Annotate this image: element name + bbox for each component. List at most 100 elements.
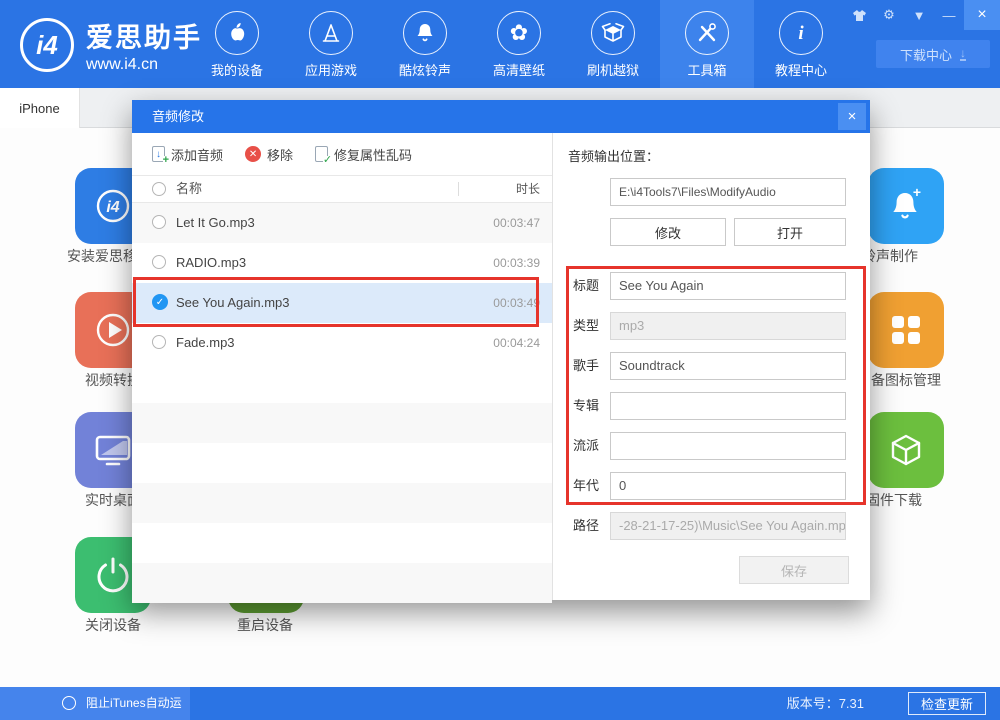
row-checkbox[interactable] [152, 335, 166, 349]
audio-list-empty-row [132, 563, 552, 603]
audio-list-empty-row [132, 363, 552, 403]
tab-iphone[interactable]: iPhone [0, 88, 80, 128]
block-itunes-checkbox[interactable] [62, 696, 76, 710]
audio-list-row[interactable]: Fade.mp3 00:04:24 [132, 323, 552, 363]
nav-label: 高清壁纸 [493, 60, 545, 79]
bell-plus-icon[interactable]: + [868, 168, 944, 244]
fix-garbled-icon: ✓ [315, 146, 328, 162]
skin-icon[interactable] [844, 0, 874, 30]
nav-item-0[interactable]: 我的设备 [190, 0, 284, 88]
nav-item-1[interactable]: 应用游戏 [284, 0, 378, 88]
svg-text:i4: i4 [106, 199, 119, 216]
tool-label[interactable]: 铃声制作 [862, 246, 918, 266]
type-field: mp3 [610, 312, 846, 340]
audio-list-row[interactable]: RADIO.mp3 00:03:39 [132, 243, 552, 283]
title-field[interactable]: See You Again [610, 272, 846, 300]
open-button[interactable]: 打开 [734, 218, 846, 246]
nav-label: 教程中心 [775, 60, 827, 79]
save-button[interactable]: 保存 [739, 556, 849, 584]
column-name: 名称 [176, 176, 202, 202]
year-field[interactable]: 0 [610, 472, 846, 500]
audio-name: Let It Go.mp3 [176, 203, 255, 243]
add-audio-button[interactable]: ↓+ 添加音频 [152, 145, 223, 164]
checked-checkbox-icon[interactable]: ✓ [152, 294, 168, 310]
appstore-icon [309, 11, 353, 55]
nav-item-3[interactable]: ✿ 高清壁纸 [472, 0, 566, 88]
remove-button[interactable]: ✕ 移除 [245, 145, 293, 164]
audio-list-header: 名称 时长 [132, 175, 552, 203]
dialog-titlebar: 音频修改 × [132, 100, 870, 133]
box-icon [591, 11, 635, 55]
modify-button[interactable]: 修改 [610, 218, 726, 246]
remove-icon: ✕ [245, 146, 261, 162]
minimize-icon[interactable]: — [934, 0, 964, 30]
audio-list-row[interactable]: ✓ See You Again.mp3 00:03:49 [132, 283, 552, 323]
app-header: i4 爱思助手 www.i4.cn 我的设备 应用游戏 酷炫铃声 ✿ 高清壁纸 刷… [0, 0, 1000, 88]
nav-label: 我的设备 [211, 60, 263, 79]
form-row: 歌手 Soundtrack [552, 352, 870, 380]
dialog-close-icon[interactable]: × [838, 103, 866, 130]
audio-name: See You Again.mp3 [176, 283, 290, 323]
genre-field[interactable] [610, 432, 846, 460]
nav-item-2[interactable]: 酷炫铃声 [378, 0, 472, 88]
artist-field[interactable]: Soundtrack [610, 352, 846, 380]
fix-garbled-button[interactable]: ✓ 修复属性乱码 [315, 145, 412, 164]
download-icon: ↓ [960, 48, 966, 61]
app-window: i4 爱思助手 www.i4.cn 我的设备 应用游戏 酷炫铃声 ✿ 高清壁纸 刷… [0, 0, 1000, 720]
nav-label: 刷机越狱 [587, 60, 639, 79]
nav-label: 酷炫铃声 [399, 60, 451, 79]
nav-item-4[interactable]: 刷机越狱 [566, 0, 660, 88]
audio-list-empty-row [132, 403, 552, 443]
audio-duration: 00:03:39 [493, 243, 540, 283]
audio-list-row[interactable]: Let It Go.mp3 00:03:47 [132, 203, 552, 243]
tool-label[interactable]: 关闭设备 [85, 615, 141, 635]
column-divider [458, 182, 459, 196]
nav-label: 应用游戏 [305, 60, 357, 79]
select-all-checkbox[interactable] [152, 182, 166, 196]
annotation-form-box [566, 266, 866, 505]
album-field[interactable] [610, 392, 846, 420]
form-row: 标题 See You Again [552, 272, 870, 300]
form-row: 流派 [552, 432, 870, 460]
form-label: 流派 [573, 432, 599, 460]
add-audio-icon: ↓+ [152, 146, 165, 162]
output-path-field[interactable]: E:\i4Tools7\Files\ModifyAudio [610, 178, 846, 206]
audio-duration: 00:03:47 [493, 203, 540, 243]
info-icon: i [779, 11, 823, 55]
form-label: 类型 [573, 312, 599, 340]
version-label: 版本号：7.31 [787, 687, 864, 720]
nav-item-5[interactable]: 工具箱 [660, 0, 754, 88]
row-checkbox[interactable] [152, 215, 166, 229]
form-row: 年代 0 [552, 472, 870, 500]
collapse-icon[interactable]: ▼ [904, 0, 934, 30]
form-label: 专辑 [573, 392, 599, 420]
tool-label[interactable]: 固件下载 [866, 490, 922, 510]
download-center-button[interactable]: 下载中心 ↓ [876, 40, 990, 68]
row-checkbox[interactable] [152, 255, 166, 269]
tool-label[interactable]: 备图标管理 [871, 370, 941, 390]
status-bar: 阻止iTunes自动运行 版本号：7.31 检查更新 [0, 687, 1000, 720]
tool-label[interactable]: 重启设备 [237, 615, 293, 635]
form-label: 标题 [573, 272, 599, 300]
fix-garbled-label: 修复属性乱码 [334, 145, 412, 164]
tool-label[interactable]: 安装爱思移 [67, 246, 137, 266]
form-label: 歌手 [573, 352, 599, 380]
remove-label: 移除 [267, 145, 293, 164]
form-label: 年代 [573, 472, 599, 500]
audio-list-empty-row [132, 523, 552, 563]
brand-logo[interactable]: i4 爱思助手 www.i4.cn [20, 16, 202, 74]
bell-icon [403, 11, 447, 55]
brand-title: 爱思助手 [86, 16, 202, 55]
block-itunes-label: 阻止iTunes自动运行 [86, 687, 190, 720]
block-itunes-toggle[interactable]: 阻止iTunes自动运行 [0, 687, 190, 720]
dialog-title: 音频修改 [152, 100, 204, 133]
grid-icon[interactable] [868, 292, 944, 368]
cube-icon[interactable] [868, 412, 944, 488]
close-icon[interactable]: × [964, 0, 1000, 30]
audio-name: RADIO.mp3 [176, 243, 246, 283]
tools-icon [685, 11, 729, 55]
settings-icon[interactable]: ⚙ [874, 0, 904, 30]
nav-item-6[interactable]: i 教程中心 [754, 0, 848, 88]
check-update-button[interactable]: 检查更新 [908, 692, 986, 715]
download-center-label: 下载中心 [900, 45, 952, 64]
